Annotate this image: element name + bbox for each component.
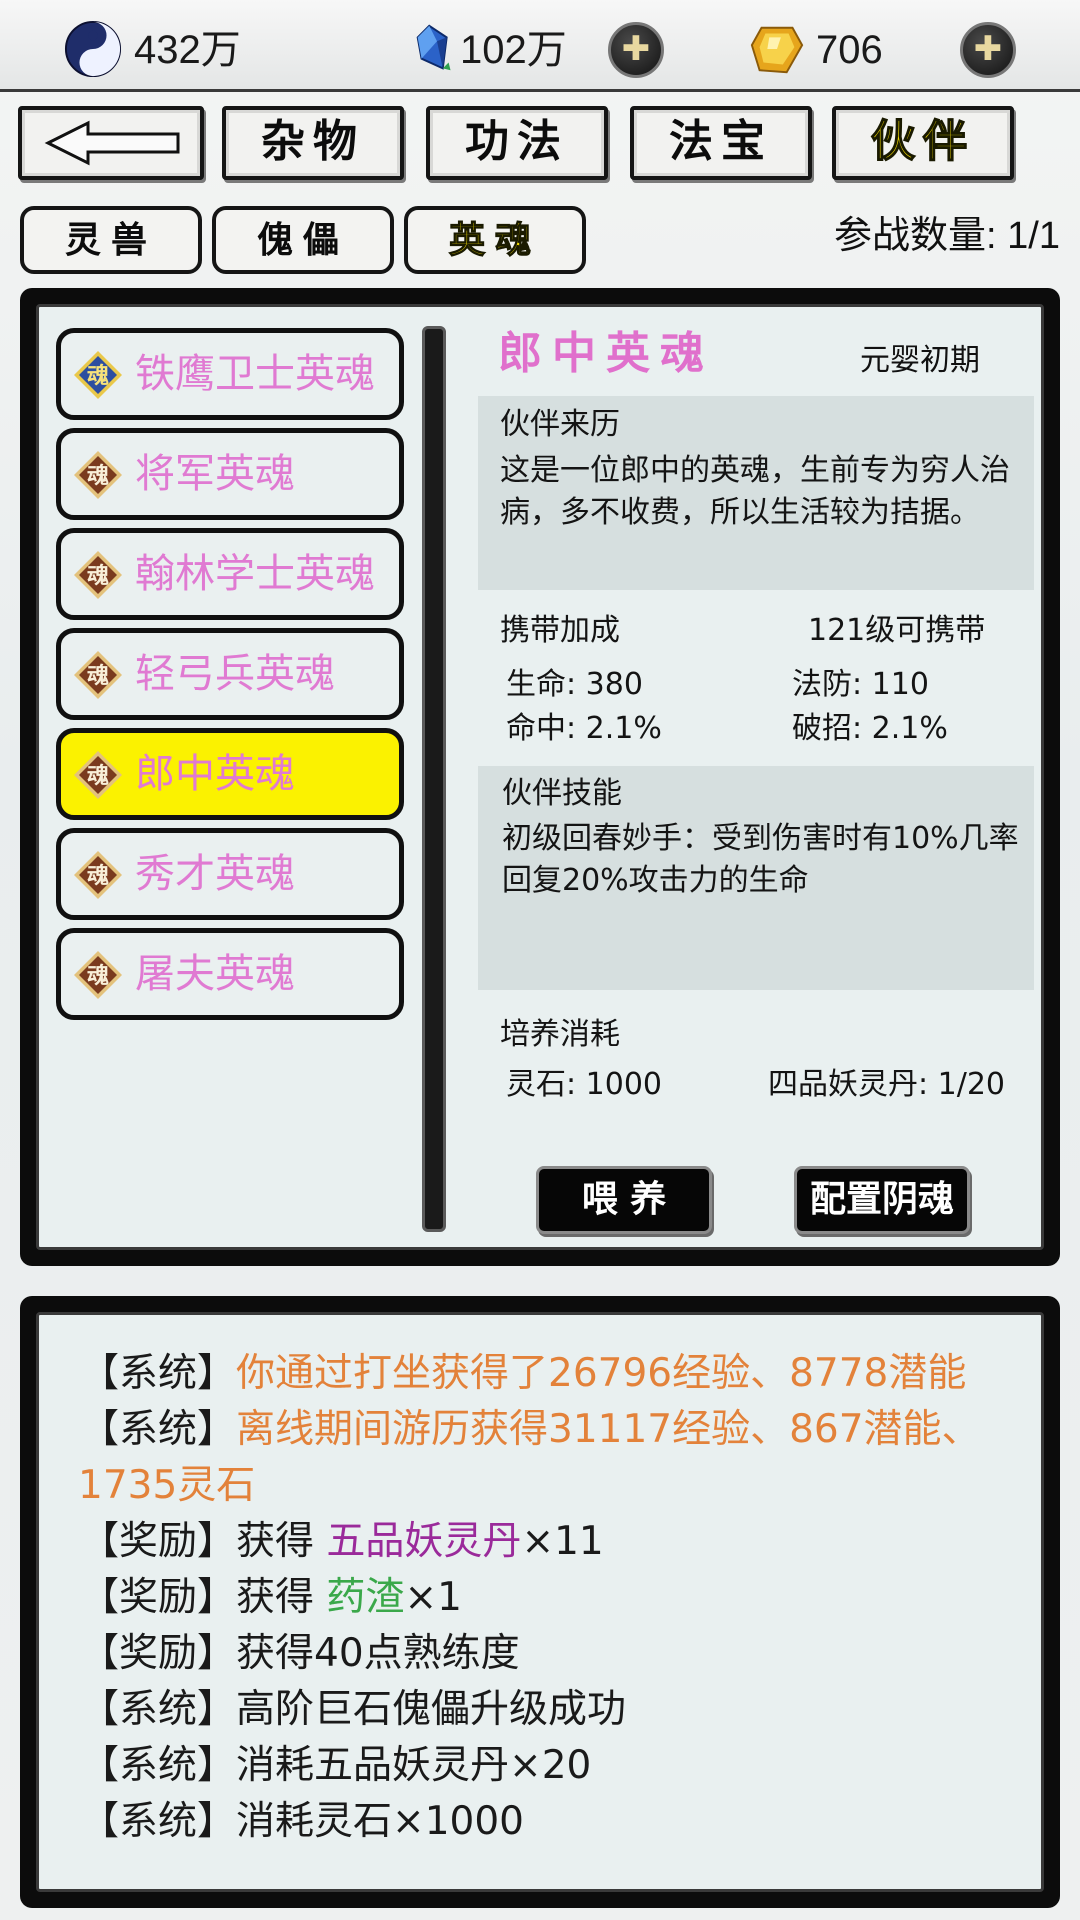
log-tag: 【系统】 bbox=[80, 1687, 237, 1732]
soul-badge-icon: 魂 bbox=[74, 951, 122, 999]
skill-text: 初级回春妙手：受到伤害时有10%几率回复20%攻击力的生命 bbox=[502, 821, 1019, 898]
companion-item[interactable]: 魂 屠夫英魂 bbox=[56, 928, 404, 1020]
log-text: 消耗灵石×1000 bbox=[236, 1799, 524, 1844]
log-tag: 【系统】 bbox=[80, 1407, 237, 1452]
back-arrow-icon bbox=[44, 120, 180, 166]
svg-text:魂: 魂 bbox=[87, 963, 109, 989]
configure-soul-button[interactable]: 配置阴魂 bbox=[794, 1166, 970, 1234]
soul-badge-icon: 魂 bbox=[74, 751, 122, 799]
cost-pill: 四品妖灵丹: 1/20 bbox=[768, 1067, 1006, 1102]
gold-ingot-icon bbox=[750, 26, 804, 74]
companion-name: 铁鹰卫士英魂 bbox=[135, 351, 375, 397]
origin-text: 这是一位郎中的英魂，生前专为穷人治病，多不收费，所以生活较为拮据。 bbox=[500, 453, 1010, 530]
tab-companion[interactable]: 伙伴 bbox=[832, 106, 1014, 180]
companion-item-selected[interactable]: 魂 郎中英魂 bbox=[56, 728, 404, 820]
log-text: 高阶巨石傀儡升级成功 bbox=[236, 1687, 627, 1732]
log-text: 你通过打坐获得了26796经验、8778潜能 bbox=[236, 1351, 967, 1396]
back-button[interactable] bbox=[18, 106, 204, 180]
companion-name: 秀才英魂 bbox=[135, 851, 295, 897]
log-text: 消耗五品妖灵丹×20 bbox=[236, 1743, 592, 1788]
soul-badge-icon: 魂 bbox=[74, 551, 122, 599]
gem-amount: 102万 bbox=[460, 28, 567, 72]
companion-item[interactable]: 魂 秀才英魂 bbox=[56, 828, 404, 920]
log-suffix: ×11 bbox=[521, 1519, 604, 1564]
soul-badge-icon: 魂 bbox=[74, 451, 122, 499]
realm-label: 元婴初期 bbox=[860, 343, 980, 378]
log-tag: 【奖励】 bbox=[80, 1631, 237, 1676]
blue-crystal-icon bbox=[416, 24, 451, 71]
origin-title: 伙伴来历 bbox=[500, 407, 620, 442]
bonus-title: 携带加成 bbox=[500, 613, 620, 648]
companion-item[interactable]: 魂 将军英魂 bbox=[56, 428, 404, 520]
detail-companion-name: 郎中英魂 bbox=[498, 328, 714, 379]
log-text: 获得40点熟练度 bbox=[236, 1631, 520, 1676]
companion-name: 郎中英魂 bbox=[135, 751, 295, 797]
tab-skills[interactable]: 功法 bbox=[426, 106, 608, 180]
svg-text:魂: 魂 bbox=[87, 663, 109, 689]
companion-name: 屠夫英魂 bbox=[135, 951, 295, 997]
log-tag: 【奖励】 bbox=[80, 1575, 237, 1620]
companion-name: 轻弓兵英魂 bbox=[135, 651, 335, 697]
svg-text:魂: 魂 bbox=[87, 363, 109, 389]
log-line: 【系统】消耗五品妖灵丹×20 bbox=[80, 1738, 1020, 1794]
stat-magic-defense: 法防: 110 bbox=[792, 667, 929, 702]
cost-spirit-stone: 灵石: 1000 bbox=[506, 1067, 662, 1102]
skill-title: 伙伴技能 bbox=[502, 776, 622, 811]
svg-text:魂: 魂 bbox=[87, 563, 109, 589]
log-suffix: ×1 bbox=[404, 1575, 462, 1620]
log-prefix: 获得 bbox=[236, 1519, 327, 1564]
tab-treasure[interactable]: 法宝 bbox=[630, 106, 812, 180]
soul-badge-icon: 魂 bbox=[74, 651, 122, 699]
feed-button[interactable]: 喂 养 bbox=[536, 1166, 712, 1234]
companion-item[interactable]: 魂 铁鹰卫士英魂 bbox=[56, 328, 404, 420]
battle-count: 参战数量: 1/1 bbox=[834, 215, 1060, 257]
list-scrollbar[interactable] bbox=[422, 326, 446, 1232]
subtab-hero-soul[interactable]: 英魂 bbox=[404, 206, 586, 274]
log-line: 【奖励】获得 药渣×1 bbox=[80, 1570, 1020, 1626]
log-tag: 【系统】 bbox=[80, 1351, 237, 1396]
log-tag: 【奖励】 bbox=[80, 1519, 237, 1564]
subtab-spirit-beast[interactable]: 灵兽 bbox=[20, 206, 202, 274]
add-gold-button[interactable]: ✚ bbox=[960, 22, 1016, 78]
log-tag: 【系统】 bbox=[80, 1799, 237, 1844]
subtab-puppet[interactable]: 傀儡 bbox=[212, 206, 394, 274]
soul-badge-icon: 魂 bbox=[74, 351, 122, 399]
svg-text:魂: 魂 bbox=[87, 763, 109, 789]
log-line: 【系统】你通过打坐获得了26796经验、8778潜能 bbox=[80, 1346, 1020, 1402]
log-line: 【系统】离线期间游历获得31117经验、867潜能、1735灵石 bbox=[78, 1402, 1018, 1514]
stat-pierce: 破招: 2.1% bbox=[792, 711, 948, 746]
log-line: 【奖励】获得40点熟练度 bbox=[80, 1626, 1020, 1682]
log-line: 【奖励】获得 五品妖灵丹×11 bbox=[80, 1514, 1020, 1570]
companion-name: 翰林学士英魂 bbox=[135, 551, 375, 597]
soul-badge-icon: 魂 bbox=[74, 851, 122, 899]
stat-hp: 生命: 380 bbox=[506, 667, 643, 702]
add-gem-button[interactable]: ✚ bbox=[608, 22, 664, 78]
companion-item[interactable]: 魂 翰林学士英魂 bbox=[56, 528, 404, 620]
tab-misc[interactable]: 杂物 bbox=[222, 106, 404, 180]
log-line: 【系统】高阶巨石傀儡升级成功 bbox=[80, 1682, 1020, 1738]
companion-item[interactable]: 魂 轻弓兵英魂 bbox=[56, 628, 404, 720]
gold-amount: 706 bbox=[816, 28, 883, 72]
companion-name: 将军英魂 bbox=[135, 451, 295, 497]
log-line: 【系统】消耗灵石×1000 bbox=[80, 1794, 1020, 1850]
log-item: 药渣 bbox=[326, 1575, 405, 1620]
spirit-qi-amount: 432万 bbox=[134, 28, 241, 72]
yin-yang-icon bbox=[64, 20, 122, 78]
log-item: 五品妖灵丹 bbox=[326, 1519, 522, 1564]
svg-text:魂: 魂 bbox=[87, 463, 109, 489]
svg-text:魂: 魂 bbox=[87, 863, 109, 889]
cost-title: 培养消耗 bbox=[500, 1017, 620, 1052]
log-tag: 【系统】 bbox=[80, 1743, 237, 1788]
stat-hit: 命中: 2.1% bbox=[506, 711, 662, 746]
resource-bar: 432万 102万 ✚ 706 ✚ bbox=[0, 0, 1080, 92]
log-prefix: 获得 bbox=[236, 1575, 327, 1620]
carry-level: 121级可携带 bbox=[808, 613, 986, 648]
